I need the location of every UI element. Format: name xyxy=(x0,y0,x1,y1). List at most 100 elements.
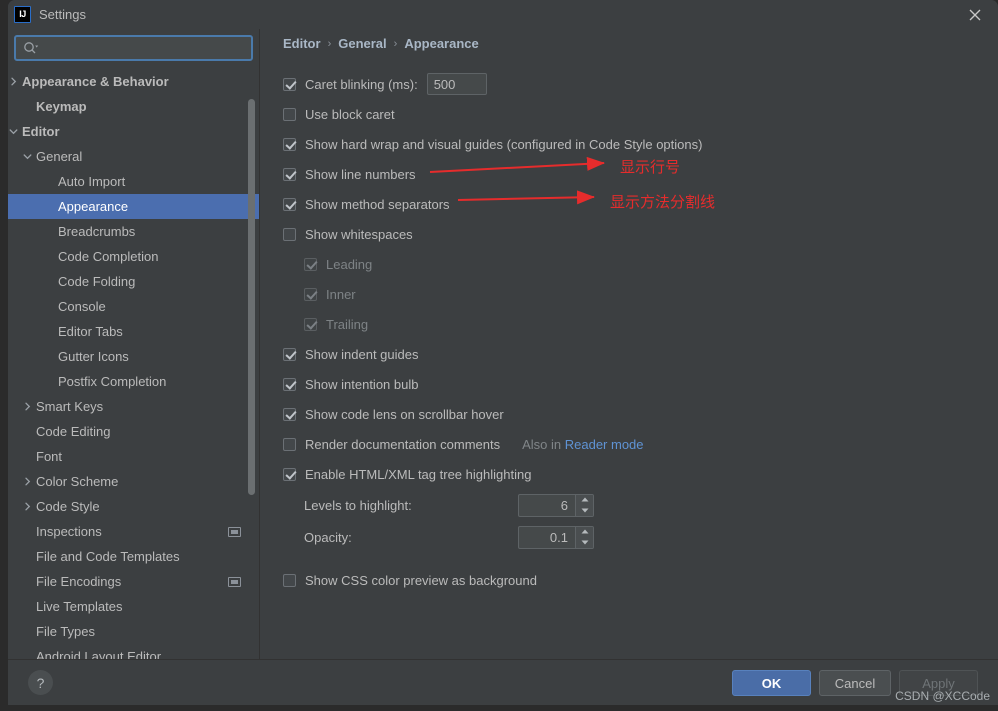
caret-blinking-input[interactable] xyxy=(426,73,487,95)
sidebar-item-color-scheme[interactable]: Color Scheme xyxy=(8,469,259,494)
sidebar-item-smart-keys[interactable]: Smart Keys xyxy=(8,394,259,419)
sidebar-item-postfix-completion[interactable]: Postfix Completion xyxy=(8,369,259,394)
checkbox[interactable] xyxy=(283,227,296,241)
sidebar-item-editor-tabs[interactable]: Editor Tabs xyxy=(8,319,259,344)
intellij-logo-icon: IJ xyxy=(14,6,31,23)
sidebar-item-auto-import[interactable]: Auto Import xyxy=(8,169,259,194)
checkbox[interactable] xyxy=(283,437,296,451)
settings-dialog-screen: IJ Settings Appearance & Behavior Keymap… xyxy=(0,0,998,711)
sidebar-item-font[interactable]: Font xyxy=(8,444,259,469)
number-spinner[interactable]: 0.1 xyxy=(518,525,594,549)
option-row: Render documentation comments Also in Rea… xyxy=(283,429,983,459)
option-control-group: Show indent guides xyxy=(283,347,418,362)
search-box[interactable] xyxy=(14,35,253,61)
sidebar-item-label: Appearance xyxy=(58,199,129,214)
sidebar-item-file-types[interactable]: File Types xyxy=(8,619,259,644)
help-button[interactable]: ? xyxy=(28,670,53,695)
breadcrumb-item[interactable]: Appearance xyxy=(404,36,478,51)
sidebar-item-label: Code Completion xyxy=(58,249,159,264)
option-control-group: Show hard wrap and visual guides (config… xyxy=(283,137,702,152)
option-row: Show intention bulb xyxy=(283,369,983,399)
option-row: Show method separators xyxy=(283,189,983,219)
checkbox[interactable] xyxy=(283,107,296,121)
checkbox[interactable] xyxy=(283,167,296,181)
option-label: Enable HTML/XML tag tree highlighting xyxy=(305,466,532,482)
spinner-decrement-icon[interactable] xyxy=(576,505,593,516)
breadcrumb-separator: › xyxy=(327,37,332,50)
checkbox[interactable] xyxy=(283,347,296,361)
sidebar-item-code-style[interactable]: Code Style xyxy=(8,494,259,519)
sidebar-item-keymap[interactable]: Keymap xyxy=(8,94,259,119)
chevron-right-icon[interactable] xyxy=(20,500,34,514)
option-row: Show CSS color preview as background xyxy=(283,565,983,595)
sidebar-scrollbar-track[interactable] xyxy=(248,69,257,659)
spinner-value[interactable]: 6 xyxy=(519,495,575,516)
option-label: Caret blinking (ms): xyxy=(305,76,418,92)
option-label: Show whitespaces xyxy=(305,226,413,242)
sidebar-item-label: Appearance & Behavior xyxy=(22,74,169,89)
spinner-row: Levels to highlight: 6 xyxy=(283,489,983,521)
chevron-right-icon[interactable] xyxy=(8,75,20,89)
sidebar-item-appearance[interactable]: Appearance xyxy=(8,194,259,219)
ok-button[interactable]: OK xyxy=(732,670,811,696)
sidebar-item-label: Breadcrumbs xyxy=(58,224,136,239)
option-label: Show indent guides xyxy=(305,346,419,362)
cancel-button[interactable]: Cancel xyxy=(819,670,891,696)
close-icon[interactable] xyxy=(952,0,998,29)
sidebar-item-inspections[interactable]: Inspections xyxy=(8,519,259,544)
breadcrumb-separator: › xyxy=(393,37,398,50)
checkbox[interactable] xyxy=(283,137,296,151)
option-row: Inner xyxy=(283,279,983,309)
checkbox[interactable] xyxy=(283,377,296,391)
checkbox[interactable] xyxy=(283,407,296,421)
sidebar-item-android-layout-editor[interactable]: Android Layout Editor xyxy=(8,644,259,659)
option-label: Render documentation comments xyxy=(305,436,501,452)
chevron-down-icon[interactable] xyxy=(20,150,34,164)
sidebar-item-gutter-icons[interactable]: Gutter Icons xyxy=(8,344,259,369)
breadcrumb-item[interactable]: Editor xyxy=(283,36,321,51)
sidebar-item-breadcrumbs[interactable]: Breadcrumbs xyxy=(8,219,259,244)
reader-mode-hint-prefix: Also in xyxy=(522,436,565,452)
reader-mode-link[interactable]: Reader mode xyxy=(565,437,644,452)
spinner-decrement-icon[interactable] xyxy=(576,537,593,548)
chevron-right-icon[interactable] xyxy=(20,400,34,414)
dialog-footer: ? OK Cancel Apply CSDN @XCCode xyxy=(8,659,998,705)
sidebar-item-file-and-code-templates[interactable]: File and Code Templates xyxy=(8,544,259,569)
checkbox[interactable] xyxy=(283,77,296,91)
breadcrumb-item[interactable]: General xyxy=(338,36,386,51)
sidebar-item-label: Keymap xyxy=(36,99,87,114)
option-control-group: Show whitespaces xyxy=(283,227,413,242)
chevron-right-icon[interactable] xyxy=(20,475,34,489)
number-spinner[interactable]: 6 xyxy=(518,493,594,517)
sidebar-scrollbar-thumb[interactable] xyxy=(248,99,255,495)
project-scope-icon xyxy=(228,576,241,587)
sidebar-item-code-folding[interactable]: Code Folding xyxy=(8,269,259,294)
chevron-down-icon[interactable] xyxy=(8,125,20,139)
sidebar-item-code-completion[interactable]: Code Completion xyxy=(8,244,259,269)
sidebar-item-label: Auto Import xyxy=(58,174,126,189)
checkbox[interactable] xyxy=(283,467,296,481)
checkbox[interactable] xyxy=(283,197,296,211)
sidebar-item-label: Console xyxy=(58,299,106,314)
spinner-increment-icon[interactable] xyxy=(576,495,593,506)
option-control-group: Inner xyxy=(304,287,356,302)
sidebar-item-editor[interactable]: Editor xyxy=(8,119,259,144)
sidebar-item-appearance-behavior[interactable]: Appearance & Behavior xyxy=(8,69,259,94)
sidebar-item-general[interactable]: General xyxy=(8,144,259,169)
option-label: Show code lens on scrollbar hover xyxy=(305,406,504,422)
sidebar-item-live-templates[interactable]: Live Templates xyxy=(8,594,259,619)
sidebar-item-label: Code Style xyxy=(36,499,100,514)
sidebar-item-label: General xyxy=(36,149,83,164)
sidebar-item-code-editing[interactable]: Code Editing xyxy=(8,419,259,444)
sidebar-item-label: Android Layout Editor xyxy=(36,649,162,659)
checkbox[interactable] xyxy=(283,573,296,587)
sidebar-item-file-encodings[interactable]: File Encodings xyxy=(8,569,259,594)
sidebar-item-label: Code Folding xyxy=(58,274,136,289)
spinner-increment-icon[interactable] xyxy=(576,527,593,538)
search-input[interactable] xyxy=(42,37,247,59)
option-label: Show intention bulb xyxy=(305,376,419,392)
sidebar-item-console[interactable]: Console xyxy=(8,294,259,319)
window-title: Settings xyxy=(39,7,86,22)
sidebar-item-label: Live Templates xyxy=(36,599,123,614)
spinner-value[interactable]: 0.1 xyxy=(519,527,575,548)
